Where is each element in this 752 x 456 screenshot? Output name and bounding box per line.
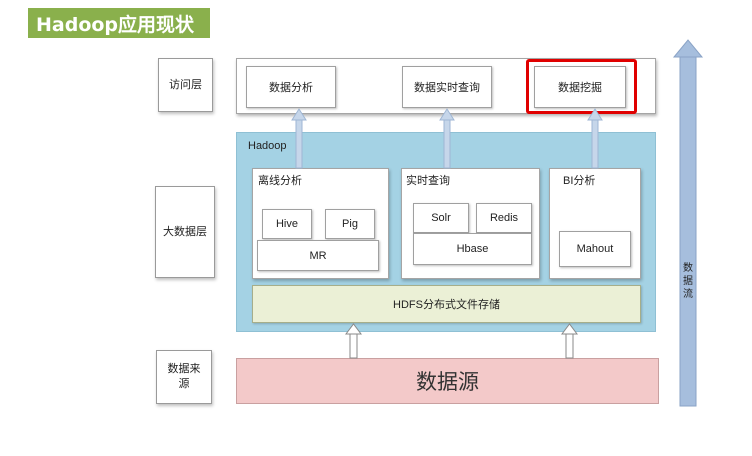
data-flow-char-3: 流 xyxy=(683,289,693,300)
mr-box: MR xyxy=(257,240,379,271)
redis-box: Redis xyxy=(476,203,532,233)
solr-box: Solr xyxy=(413,203,469,233)
highlight-frame xyxy=(526,59,637,114)
data-flow-label: 数 据 流 xyxy=(681,262,695,301)
bigdata-layer-label: 大数据层 xyxy=(155,186,215,278)
source-layer-label-line1: 数据来 xyxy=(167,363,201,375)
pig-box: Pig xyxy=(325,209,375,239)
slide-title: Hadoop应用现状 xyxy=(28,8,210,38)
source-layer-label-line2: 源 xyxy=(178,378,190,390)
hadoop-panel-title: Hadoop xyxy=(248,140,287,152)
access-item-data-analysis: 数据分析 xyxy=(246,66,336,108)
data-flow-char-2: 据 xyxy=(683,276,693,287)
bi-analysis-title: BI分析 xyxy=(563,175,596,187)
data-flow-arrow xyxy=(672,39,704,407)
source-layer-label: 数据来 源 xyxy=(156,350,212,404)
access-item-realtime-query: 数据实时查询 xyxy=(402,66,492,108)
hive-box: Hive xyxy=(262,209,312,239)
data-source-box: 数据源 xyxy=(236,358,659,404)
data-flow-char-1: 数 xyxy=(683,263,693,274)
hbase-box: Hbase xyxy=(413,233,532,265)
offline-analysis-title: 离线分析 xyxy=(258,175,302,187)
mahout-box: Mahout xyxy=(559,231,631,267)
realtime-query-title: 实时查询 xyxy=(406,175,450,187)
hdfs-storage-box: HDFS分布式文件存储 xyxy=(252,285,641,323)
access-layer-label: 访问层 xyxy=(158,58,213,112)
